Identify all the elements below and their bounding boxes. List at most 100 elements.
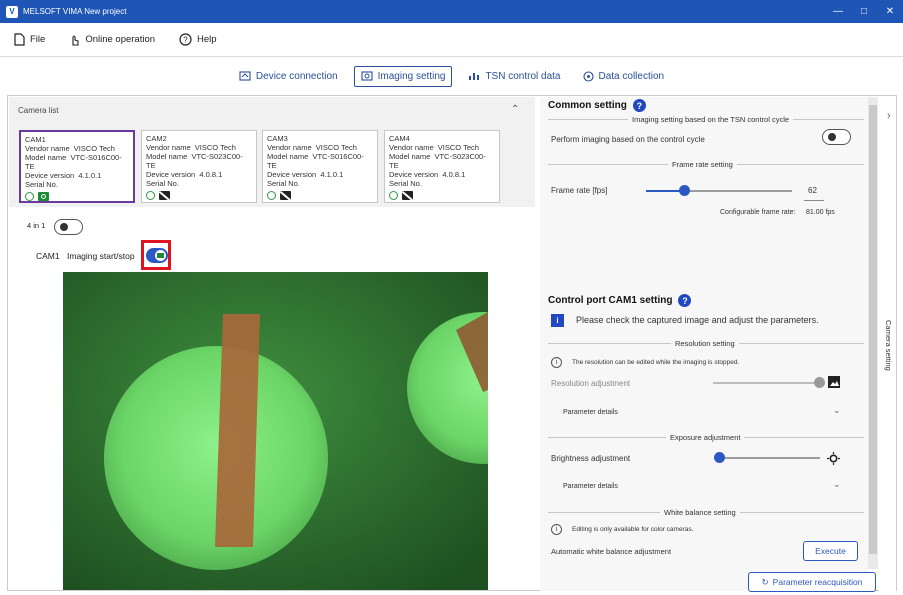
four-in-one-toggle[interactable] (54, 219, 83, 235)
brightness-slider-track (714, 457, 820, 459)
device-connection-icon (239, 71, 251, 81)
resolution-note: The resolution can be edited while the i… (572, 359, 740, 366)
resolution-adjustment-label: Resolution adjustment (551, 379, 631, 388)
menu-file[interactable]: File (14, 33, 45, 46)
tab-label: Device connection (255, 70, 338, 82)
window-title: MELSOFT VIMA New project (23, 7, 127, 16)
imaging-start-stop-toggle[interactable] (146, 248, 168, 263)
connected-status-icon (146, 191, 155, 200)
frame-rate-divider: Frame rate setting (548, 160, 864, 169)
chevron-right-icon[interactable]: › (887, 110, 891, 122)
parameter-details-label[interactable]: Parameter details (563, 483, 618, 490)
camera-name: CAM2 (146, 134, 167, 143)
configurable-frame-rate-value: 81.00 fps (806, 209, 835, 216)
control-port-info-text: Please check the captured image and adju… (576, 315, 819, 325)
version-value: 4.0.8.1 (442, 170, 466, 179)
configurable-frame-rate-label: Configurable frame rate: (720, 209, 796, 216)
tab-tsn-control-data[interactable]: TSN control data (462, 66, 566, 87)
camera-image-graphic (63, 272, 488, 590)
help-icon[interactable]: ? (632, 99, 646, 112)
maximize-button[interactable]: □ (851, 0, 877, 23)
close-button[interactable]: ✕ (877, 0, 903, 23)
tab-label: Imaging setting (377, 70, 446, 82)
tab-device-connection[interactable]: Device connection (233, 66, 344, 87)
scrollbar-thumb[interactable] (869, 105, 877, 554)
camera-on-icon (155, 250, 166, 261)
common-setting-label: Common setting (548, 100, 627, 111)
hand-pointer-icon (72, 35, 79, 46)
control-port-title: Control port CAM1 setting ? (548, 294, 692, 307)
chevron-down-icon[interactable]: ⌄ (833, 479, 841, 490)
brightness-slider-handle[interactable] (714, 452, 725, 463)
cam-label: CAM1 (36, 251, 60, 261)
tab-label: TSN control data (485, 70, 561, 82)
frame-rate-label: Frame rate [fps] (551, 186, 608, 195)
refresh-icon: ↻ (761, 576, 769, 587)
model-label: Model name (267, 152, 309, 161)
menu-online-label: Online operation (85, 34, 156, 45)
camera-list-header: Camera list (18, 106, 59, 115)
parameter-reacquisition-label: Parameter reacquisition (772, 577, 863, 587)
vendor-label: Vendor name (389, 143, 434, 152)
tab-imaging-setting[interactable]: Imaging setting (353, 65, 453, 87)
camera-card-cam1[interactable]: CAM1 Vendor name VISCO Tech Model name V… (19, 130, 135, 203)
minimize-button[interactable]: — (825, 0, 851, 23)
app-logo-icon: V (6, 5, 18, 18)
resolution-slider-track (713, 382, 819, 384)
main-tabs: Device connection Imaging setting TSN co… (0, 64, 903, 88)
four-in-one-label: 4 in 1 (27, 221, 46, 230)
tab-label: Data collection (598, 70, 665, 82)
settings-scrollbar[interactable] (868, 97, 878, 569)
auto-white-balance-label: Automatic white balance adjustment (551, 547, 672, 556)
resolution-slider-handle[interactable] (814, 377, 825, 388)
frame-rate-slider-handle[interactable] (679, 185, 690, 196)
tab-data-collection[interactable]: Data collection (577, 66, 671, 87)
menu-online-operation[interactable]: Online operation (69, 33, 155, 46)
menu-file-label: File (30, 34, 46, 45)
execute-button[interactable]: Execute (803, 541, 858, 561)
frame-rate-section-label: Frame rate setting (672, 160, 733, 169)
vendor-value: VISCO Tech (437, 143, 479, 152)
menu-help[interactable]: ? Help (179, 33, 217, 46)
vendor-label: Vendor name (267, 143, 312, 152)
exposure-section-label: Exposure adjustment (670, 433, 741, 442)
connected-status-icon (25, 192, 34, 201)
menu-help-label: Help (197, 34, 217, 45)
model-label: Model name (389, 152, 431, 161)
frame-rate-value[interactable]: 62 (808, 186, 817, 195)
vendor-label: Vendor name (146, 143, 191, 152)
perform-imaging-label: Perform imaging based on the control cyc… (551, 135, 705, 144)
help-icon[interactable]: ? (678, 294, 692, 307)
bar-chart-icon (469, 73, 480, 80)
connected-status-icon (267, 191, 276, 200)
camera-card-cam3[interactable]: CAM3 Vendor name VISCO Tech Model name V… (262, 130, 378, 203)
image-icon (828, 376, 840, 388)
camera-on-icon (38, 192, 49, 201)
info-circle-icon: i (551, 524, 562, 535)
parameter-reacquisition-button[interactable]: ↻ Parameter reacquisition (748, 572, 876, 592)
control-port-label: Control port CAM1 setting (548, 295, 673, 306)
brightness-icon (827, 452, 840, 465)
parameter-details-label[interactable]: Parameter details (563, 409, 618, 416)
version-value: 4.1.0.1 (320, 170, 344, 179)
info-icon: i (551, 314, 564, 327)
chevron-down-icon[interactable]: ⌄ (833, 405, 841, 416)
chevron-up-icon[interactable]: ⌃ (511, 104, 519, 115)
title-bar: V MELSOFT VIMA New project — □ ✕ (0, 0, 903, 23)
info-circle-icon: i (551, 357, 562, 368)
version-label: Device version (389, 170, 439, 179)
camera-card-cam4[interactable]: CAM4 Vendor name VISCO Tech Model name V… (384, 130, 500, 203)
white-balance-divider: White balance setting (548, 508, 864, 517)
perform-imaging-toggle[interactable] (822, 129, 851, 145)
model-label: Model name (146, 152, 188, 161)
serial-label: Serial No. (146, 179, 179, 188)
version-label: Device version (146, 170, 196, 179)
version-value: 4.1.0.1 (78, 171, 102, 180)
file-icon (14, 33, 25, 46)
camera-image (63, 272, 488, 590)
help-circle-icon: ? (179, 33, 192, 46)
camera-card-cam2[interactable]: CAM2 Vendor name VISCO Tech Model name V… (141, 130, 257, 203)
common-setting-title: Common setting ? (548, 99, 646, 112)
vendor-value: VISCO Tech (315, 143, 357, 152)
camera-name: CAM4 (389, 134, 410, 143)
